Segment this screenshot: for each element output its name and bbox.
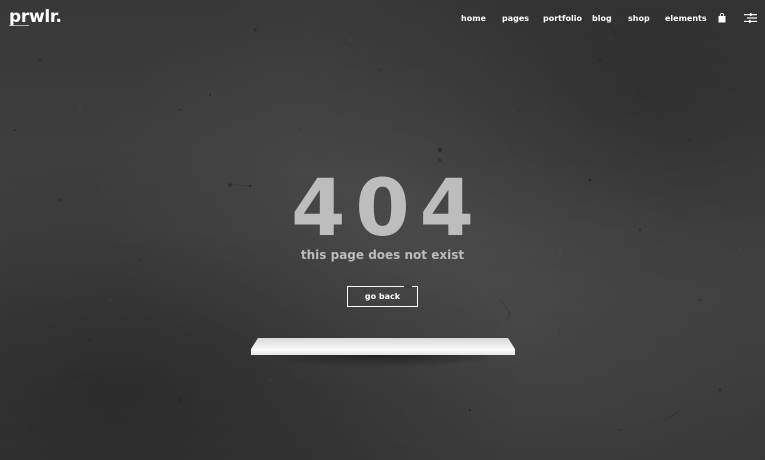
- go-back-button[interactable]: go back: [347, 286, 418, 307]
- nav-item-portfolio[interactable]: portfolio: [543, 12, 582, 26]
- nav-item-elements[interactable]: elements: [665, 12, 707, 26]
- shopping-bag-icon[interactable]: [718, 13, 726, 23]
- nav-item-shop[interactable]: shop: [628, 12, 650, 26]
- logo-underline: [9, 25, 29, 26]
- error-code: 404: [291, 164, 484, 254]
- floating-shelf: [251, 338, 515, 355]
- error-message: this page does not exist: [300, 248, 465, 262]
- button-border-gap: [404, 285, 412, 288]
- nav-item-home[interactable]: home: [461, 12, 486, 26]
- side-menu-icon[interactable]: [744, 13, 757, 23]
- brand-logo[interactable]: prwlr.: [9, 7, 62, 27]
- nav-item-blog[interactable]: blog: [592, 12, 612, 26]
- nav-item-pages[interactable]: pages: [502, 12, 529, 26]
